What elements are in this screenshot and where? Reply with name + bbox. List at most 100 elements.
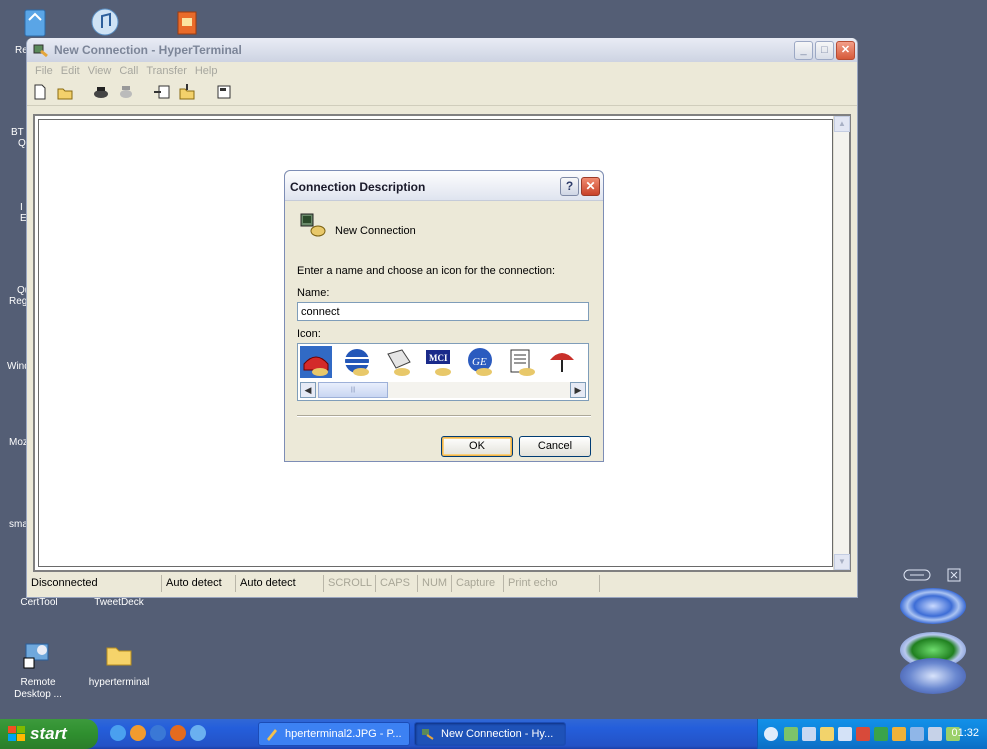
icon-scrollbar[interactable]: ◀ ||| ▶	[300, 382, 586, 398]
desktop-icon-label: Remote Desktop ...	[14, 677, 62, 700]
desktop-icon-label: CertTool	[20, 597, 58, 608]
gadget-home-icon[interactable]	[900, 658, 966, 694]
properties-icon[interactable]	[215, 83, 233, 101]
status-scroll: SCROLL	[323, 575, 376, 592]
desktop-icon-remote-desktop[interactable]: Remote Desktop ...	[10, 638, 66, 701]
scroll-down-arrow-icon[interactable]: ▼	[834, 554, 850, 570]
open-icon[interactable]	[56, 83, 74, 101]
connection-description-dialog: Connection Description ? ✕ New Connectio…	[284, 170, 604, 462]
status-bar: Disconnected Auto detect Auto detect SCR…	[27, 572, 857, 594]
document-icon[interactable]	[505, 346, 537, 378]
status-connection: Disconnected	[31, 577, 98, 589]
task-hperterminal2[interactable]: hperterminal2.JPG - P...	[258, 722, 410, 746]
tray-disk-icon[interactable]	[892, 727, 906, 741]
desktop-icon-label: TweetDeck	[94, 597, 144, 608]
name-field[interactable]	[297, 302, 589, 321]
mci-icon[interactable]: MCI	[423, 346, 455, 378]
tray-chevron-icon[interactable]	[764, 727, 778, 741]
umbrella-icon[interactable]	[546, 346, 578, 378]
new-icon[interactable]	[31, 83, 49, 101]
red-phone-icon[interactable]	[300, 346, 332, 378]
connection-name-label: New Connection	[335, 225, 416, 237]
globe-icon[interactable]	[341, 346, 373, 378]
toolbar	[27, 80, 857, 106]
menu-transfer[interactable]: Transfer	[142, 62, 191, 80]
start-button[interactable]: start	[0, 719, 98, 749]
tray-security-icon[interactable]	[856, 727, 870, 741]
menu-help[interactable]: Help	[191, 62, 222, 80]
tray-network-icon[interactable]	[784, 727, 798, 741]
maximize-button[interactable]: □	[815, 41, 834, 60]
minimize-button[interactable]: _	[794, 41, 813, 60]
status-caps: CAPS	[375, 575, 414, 592]
help-button[interactable]: ?	[560, 177, 579, 196]
dialog-titlebar[interactable]: Connection Description ? ✕	[285, 171, 603, 201]
status-detect-2: Auto detect	[235, 575, 300, 592]
menubar: File Edit View Call Transfer Help	[27, 62, 857, 80]
hyperterminal-icon	[422, 729, 434, 740]
svg-text:MCI: MCI	[429, 353, 448, 363]
desktop-icon-certtool[interactable]: CertTool	[14, 597, 64, 609]
status-print-echo: Print echo	[503, 575, 562, 592]
gadget-signal-icon[interactable]	[900, 588, 966, 624]
tray-shield-icon[interactable]	[928, 727, 942, 741]
desktop-icon-label: hyperterminal	[88, 677, 150, 688]
window-titlebar[interactable]: New Connection - HyperTerminal _ □ ✕	[27, 38, 857, 62]
task-label: hperterminal2.JPG - P...	[285, 728, 402, 740]
tray-search-icon[interactable]	[820, 727, 834, 741]
desktop-icon-tweetdeck[interactable]: TweetDeck	[82, 597, 156, 609]
new-connection-icon	[300, 213, 326, 237]
ie-icon[interactable]	[110, 725, 126, 741]
cancel-button[interactable]: Cancel	[519, 436, 591, 457]
hyperterminal-icon	[33, 44, 48, 58]
ge-icon[interactable]: GE	[464, 346, 496, 378]
package-icon	[177, 11, 197, 35]
recycle-bin-icon	[24, 9, 46, 37]
paint-icon	[267, 729, 277, 741]
dial-icon[interactable]	[92, 83, 110, 101]
desktop-edge-label-q: Q	[18, 138, 26, 149]
ok-button[interactable]: OK	[441, 436, 513, 457]
menu-call[interactable]: Call	[115, 62, 142, 80]
dialog-title: Connection Description	[290, 180, 426, 194]
player-icon[interactable]	[190, 725, 206, 741]
windows-flag-icon	[8, 726, 25, 741]
send-icon[interactable]	[153, 83, 171, 101]
firefox-icon[interactable]	[170, 725, 186, 741]
taskbar: start hperterminal2.JPG - P... New Conne…	[0, 719, 987, 749]
menu-file[interactable]: File	[31, 62, 57, 80]
menu-view[interactable]: View	[84, 62, 116, 80]
music-icon	[91, 8, 119, 36]
tray-alert-icon[interactable]	[874, 727, 888, 741]
task-new-connection[interactable]: New Connection - Hy...	[414, 722, 566, 746]
tray-volume-icon[interactable]	[838, 727, 852, 741]
gadget-controls[interactable]	[902, 567, 962, 583]
receive-icon[interactable]	[178, 83, 196, 101]
vertical-scrollbar[interactable]: ▲ ▼	[833, 116, 850, 570]
close-button[interactable]: ✕	[836, 41, 855, 60]
scroll-right-arrow-icon[interactable]: ▶	[570, 382, 586, 398]
task-label: New Connection - Hy...	[441, 728, 554, 740]
status-num: NUM	[417, 575, 451, 592]
svg-text:GE: GE	[472, 356, 487, 368]
tray-people-icon[interactable]	[802, 727, 816, 741]
clock: 01:32	[951, 727, 979, 739]
scroll-left-arrow-icon[interactable]: ◀	[300, 382, 316, 398]
instruction-text: Enter a name and choose an icon for the …	[297, 265, 556, 277]
fax-icon[interactable]	[382, 346, 414, 378]
remote-desktop-icon	[23, 643, 49, 669]
start-label: start	[30, 724, 67, 743]
scroll-thumb[interactable]: |||	[318, 382, 388, 398]
browser-icon[interactable]	[150, 725, 166, 741]
media-icon[interactable]	[130, 725, 146, 741]
tray-monitor-icon[interactable]	[910, 727, 924, 741]
dialog-close-button[interactable]: ✕	[581, 177, 600, 196]
scroll-up-arrow-icon[interactable]: ▲	[834, 116, 850, 132]
quick-launch	[110, 725, 210, 744]
name-label: Name:	[297, 287, 330, 299]
icon-listbox[interactable]: MCI GE ◀ ||| ▶	[297, 343, 589, 401]
icon-label: Icon:	[297, 328, 321, 340]
menu-edit[interactable]: Edit	[57, 62, 84, 80]
desktop-icon-hyperterminal[interactable]: hyperterminal	[84, 638, 154, 689]
disconnect-icon[interactable]	[117, 83, 135, 101]
